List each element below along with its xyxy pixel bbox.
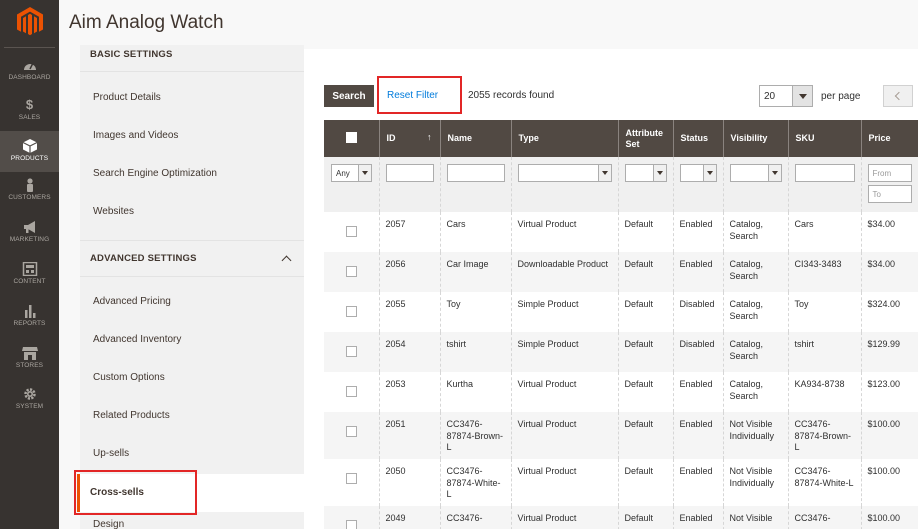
nav-system[interactable]: SYSTEM [0,387,59,427]
nav-content[interactable]: CONTENT [0,262,59,302]
highlight-box [377,76,462,114]
layout-icon [22,262,37,276]
column-header-price[interactable]: Price [860,120,918,157]
column-header-name[interactable]: Name [439,120,511,157]
row-checkbox[interactable] [345,473,357,484]
nav-marketing[interactable]: MARKETING [0,220,59,260]
section-item-images-videos[interactable]: Images and Videos [80,117,304,155]
table-row[interactable]: 2056 Car Image Downloadable Product Defa… [324,252,918,292]
row-checkbox[interactable] [345,226,357,237]
nav-dashboard[interactable]: DASHBOARD [0,58,59,98]
filter-in-products-select[interactable]: Any [331,164,372,182]
filter-id-input[interactable] [385,164,434,182]
table-row[interactable]: 2054 tshirt Simple Product Default Disab… [324,332,918,372]
divider [80,71,304,72]
column-header-attribute-set[interactable]: Attribute Set [617,120,673,157]
section-item-seo[interactable]: Search Engine Optimization [80,155,304,193]
gear-icon [23,388,36,400]
page-header: Aim Analog Watch [59,0,918,49]
nav-customers[interactable]: CUSTOMERS [0,178,59,218]
filter-price-to-input[interactable]: To [867,185,912,203]
highlight-box [74,470,197,515]
section-item-related-products[interactable]: Related Products [80,397,304,435]
advanced-settings-heading[interactable]: ADVANCED SETTINGS [80,253,304,264]
page-title: Aim Analog Watch [69,12,224,33]
per-page-label: per page [821,91,861,102]
basic-settings-heading[interactable]: BASIC SETTINGS [80,49,304,60]
nav-divider [4,47,55,48]
filter-visibility-select[interactable] [729,164,782,182]
nav-reports[interactable]: REPORTS [0,304,59,344]
column-header-visibility[interactable]: Visibility [722,120,788,157]
filter-row: Any From To [324,157,918,212]
table-row[interactable]: 2053 Kurtha Virtual Product Default Enab… [324,372,918,412]
cross-sells-grid-panel: Search Reset Filter 2055 records found 2… [304,49,918,529]
select-all-header[interactable] [324,120,379,157]
dollar-icon: $ [25,97,34,112]
section-item-product-details[interactable]: Product Details [80,79,304,117]
row-checkbox[interactable] [345,426,357,437]
section-nav: BASIC SETTINGS Product Details Images an… [77,45,304,529]
filter-price-from-input[interactable]: From [867,164,912,182]
table-row[interactable]: 2057 Cars Virtual Product Default Enable… [324,212,918,252]
bar-chart-icon [24,305,35,318]
table-row[interactable]: 2055 Toy Simple Product Default Disabled… [324,292,918,332]
row-checkbox[interactable] [345,520,357,529]
filter-type-select[interactable] [517,164,612,182]
filter-sku-input[interactable] [794,164,855,182]
filter-attribute-set-select[interactable] [624,164,667,182]
cube-icon [22,139,37,153]
select-all-checkbox[interactable] [345,131,357,143]
sort-arrow-icon: ↑ [427,132,432,142]
row-checkbox[interactable] [345,346,357,357]
nav-stores[interactable]: STORES [0,346,59,386]
column-header-sku[interactable]: SKU [787,120,861,157]
divider [80,276,304,277]
admin-menu: DASHBOARD $ SALES PRODUCTS CUSTOMERS MAR… [0,0,59,529]
table-row[interactable]: 2049 CC3476- Virtual Product Default Ena… [324,506,918,529]
megaphone-icon [23,221,35,233]
per-page-value: 20 [764,91,776,102]
per-page-select[interactable]: 20 [759,85,813,107]
table-row[interactable]: 2050 CC3476-87874-White-L Virtual Produc… [324,459,918,506]
nav-products[interactable]: PRODUCTS [0,131,59,172]
section-item-websites[interactable]: Websites [80,193,304,231]
section-item-advanced-pricing[interactable]: Advanced Pricing [80,283,304,321]
filter-status-select[interactable] [679,164,717,182]
records-count: 2055 records found [468,90,555,101]
pager-previous-button[interactable] [883,85,913,107]
dashboard-icon [23,62,36,70]
column-header-status[interactable]: Status [672,120,723,157]
section-item-advanced-inventory[interactable]: Advanced Inventory [80,321,304,359]
row-checkbox[interactable] [345,306,357,317]
row-checkbox[interactable] [345,266,357,277]
magento-logo-icon[interactable] [17,7,43,37]
column-header-type[interactable]: Type [510,120,618,157]
product-grid: ID ↑ Name Type Attribute Set Status Visib… [324,120,918,529]
section-item-design[interactable]: Design [80,513,304,529]
chevron-down-icon[interactable] [792,86,812,106]
filter-name-input[interactable] [446,164,505,182]
section-item-custom-options[interactable]: Custom Options [80,359,304,397]
column-header-id[interactable]: ID ↑ [378,120,440,157]
table-row[interactable]: 2051 CC3476-87874-Brown-L Virtual Produc… [324,412,918,459]
person-icon [26,178,33,192]
store-icon [21,347,38,360]
section-item-up-sells[interactable]: Up-sells [80,435,304,473]
search-button[interactable]: Search [324,85,374,107]
divider [80,240,304,241]
row-checkbox[interactable] [345,386,357,397]
